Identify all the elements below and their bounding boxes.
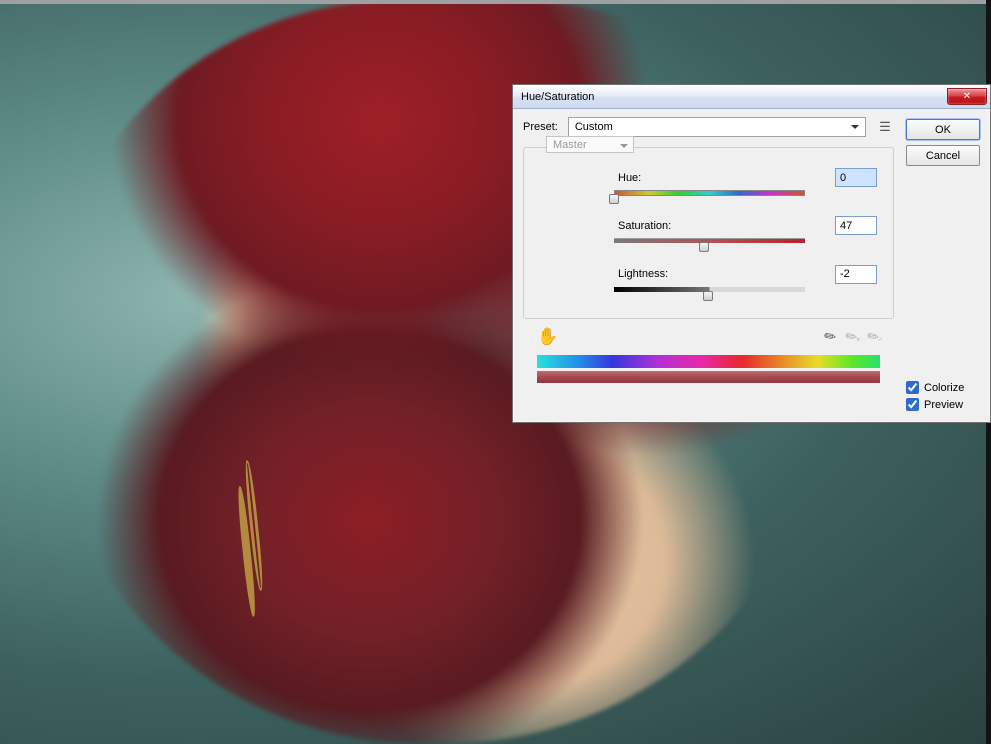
eyedropper-group: ✎ ✎+ ✎− [825, 328, 880, 347]
dialog-titlebar[interactable]: Hue/Saturation ✕ [513, 85, 990, 109]
preset-value: Custom [575, 121, 613, 133]
dialog-body: Preset: Custom ☰ Master Hue: [513, 109, 990, 421]
lightness-slider[interactable] [614, 287, 805, 300]
hue-slider[interactable] [614, 190, 805, 203]
colorize-label: Colorize [924, 382, 964, 394]
hue-thumb[interactable] [609, 194, 619, 204]
preview-row[interactable]: Preview [906, 398, 980, 411]
params-panel: Master Hue: Saturation: [523, 147, 894, 319]
channel-value: Master [553, 139, 587, 151]
window-border-top [0, 0, 991, 4]
preset-select[interactable]: Custom [568, 117, 866, 137]
dialog-title: Hue/Saturation [521, 91, 947, 103]
saturation-track [614, 238, 805, 243]
preset-menu-icon[interactable]: ☰ [876, 119, 894, 135]
dialog-right-column: OK Cancel Colorize Preview [906, 117, 980, 411]
colorize-checkbox[interactable] [906, 381, 919, 394]
spectrum-input[interactable] [537, 355, 880, 368]
preset-row: Preset: Custom ☰ [523, 117, 894, 137]
lightness-row: Lightness: [542, 263, 877, 286]
hue-row: Hue: [542, 166, 877, 189]
close-icon: ✕ [963, 91, 971, 102]
tool-row: ✋ ✎ ✎+ ✎− [523, 319, 894, 349]
saturation-row: Saturation: [542, 214, 877, 237]
hue-label: Hue: [542, 172, 835, 184]
saturation-input[interactable] [835, 216, 877, 235]
lightness-thumb[interactable] [703, 291, 713, 301]
hue-input[interactable] [835, 168, 877, 187]
lightness-input[interactable] [835, 265, 877, 284]
close-button[interactable]: ✕ [947, 88, 987, 105]
hand-icon[interactable]: ✋ [537, 327, 558, 347]
eyedropper-subtract-icon[interactable]: ✎− [863, 326, 884, 349]
saturation-slider[interactable] [614, 238, 805, 251]
checkbox-group: Colorize Preview [906, 377, 980, 411]
dialog-left-column: Preset: Custom ☰ Master Hue: [523, 117, 894, 411]
eyedropper-icon[interactable]: ✎ [821, 326, 841, 348]
colorize-row[interactable]: Colorize [906, 381, 980, 394]
ok-button[interactable]: OK [906, 119, 980, 140]
hue-saturation-dialog: Hue/Saturation ✕ Preset: Custom ☰ Master… [512, 84, 991, 423]
hue-track [614, 190, 805, 196]
preview-label: Preview [924, 399, 963, 411]
spectrum-output[interactable] [537, 371, 880, 383]
lightness-label: Lightness: [542, 268, 835, 280]
cancel-button[interactable]: Cancel [906, 145, 980, 166]
eyedropper-add-icon[interactable]: ✎+ [842, 326, 863, 349]
channel-select[interactable]: Master [546, 136, 634, 153]
preview-checkbox[interactable] [906, 398, 919, 411]
saturation-thumb[interactable] [699, 242, 709, 252]
saturation-label: Saturation: [542, 220, 835, 232]
spectrum-bars [523, 349, 894, 383]
preset-label: Preset: [523, 121, 558, 133]
